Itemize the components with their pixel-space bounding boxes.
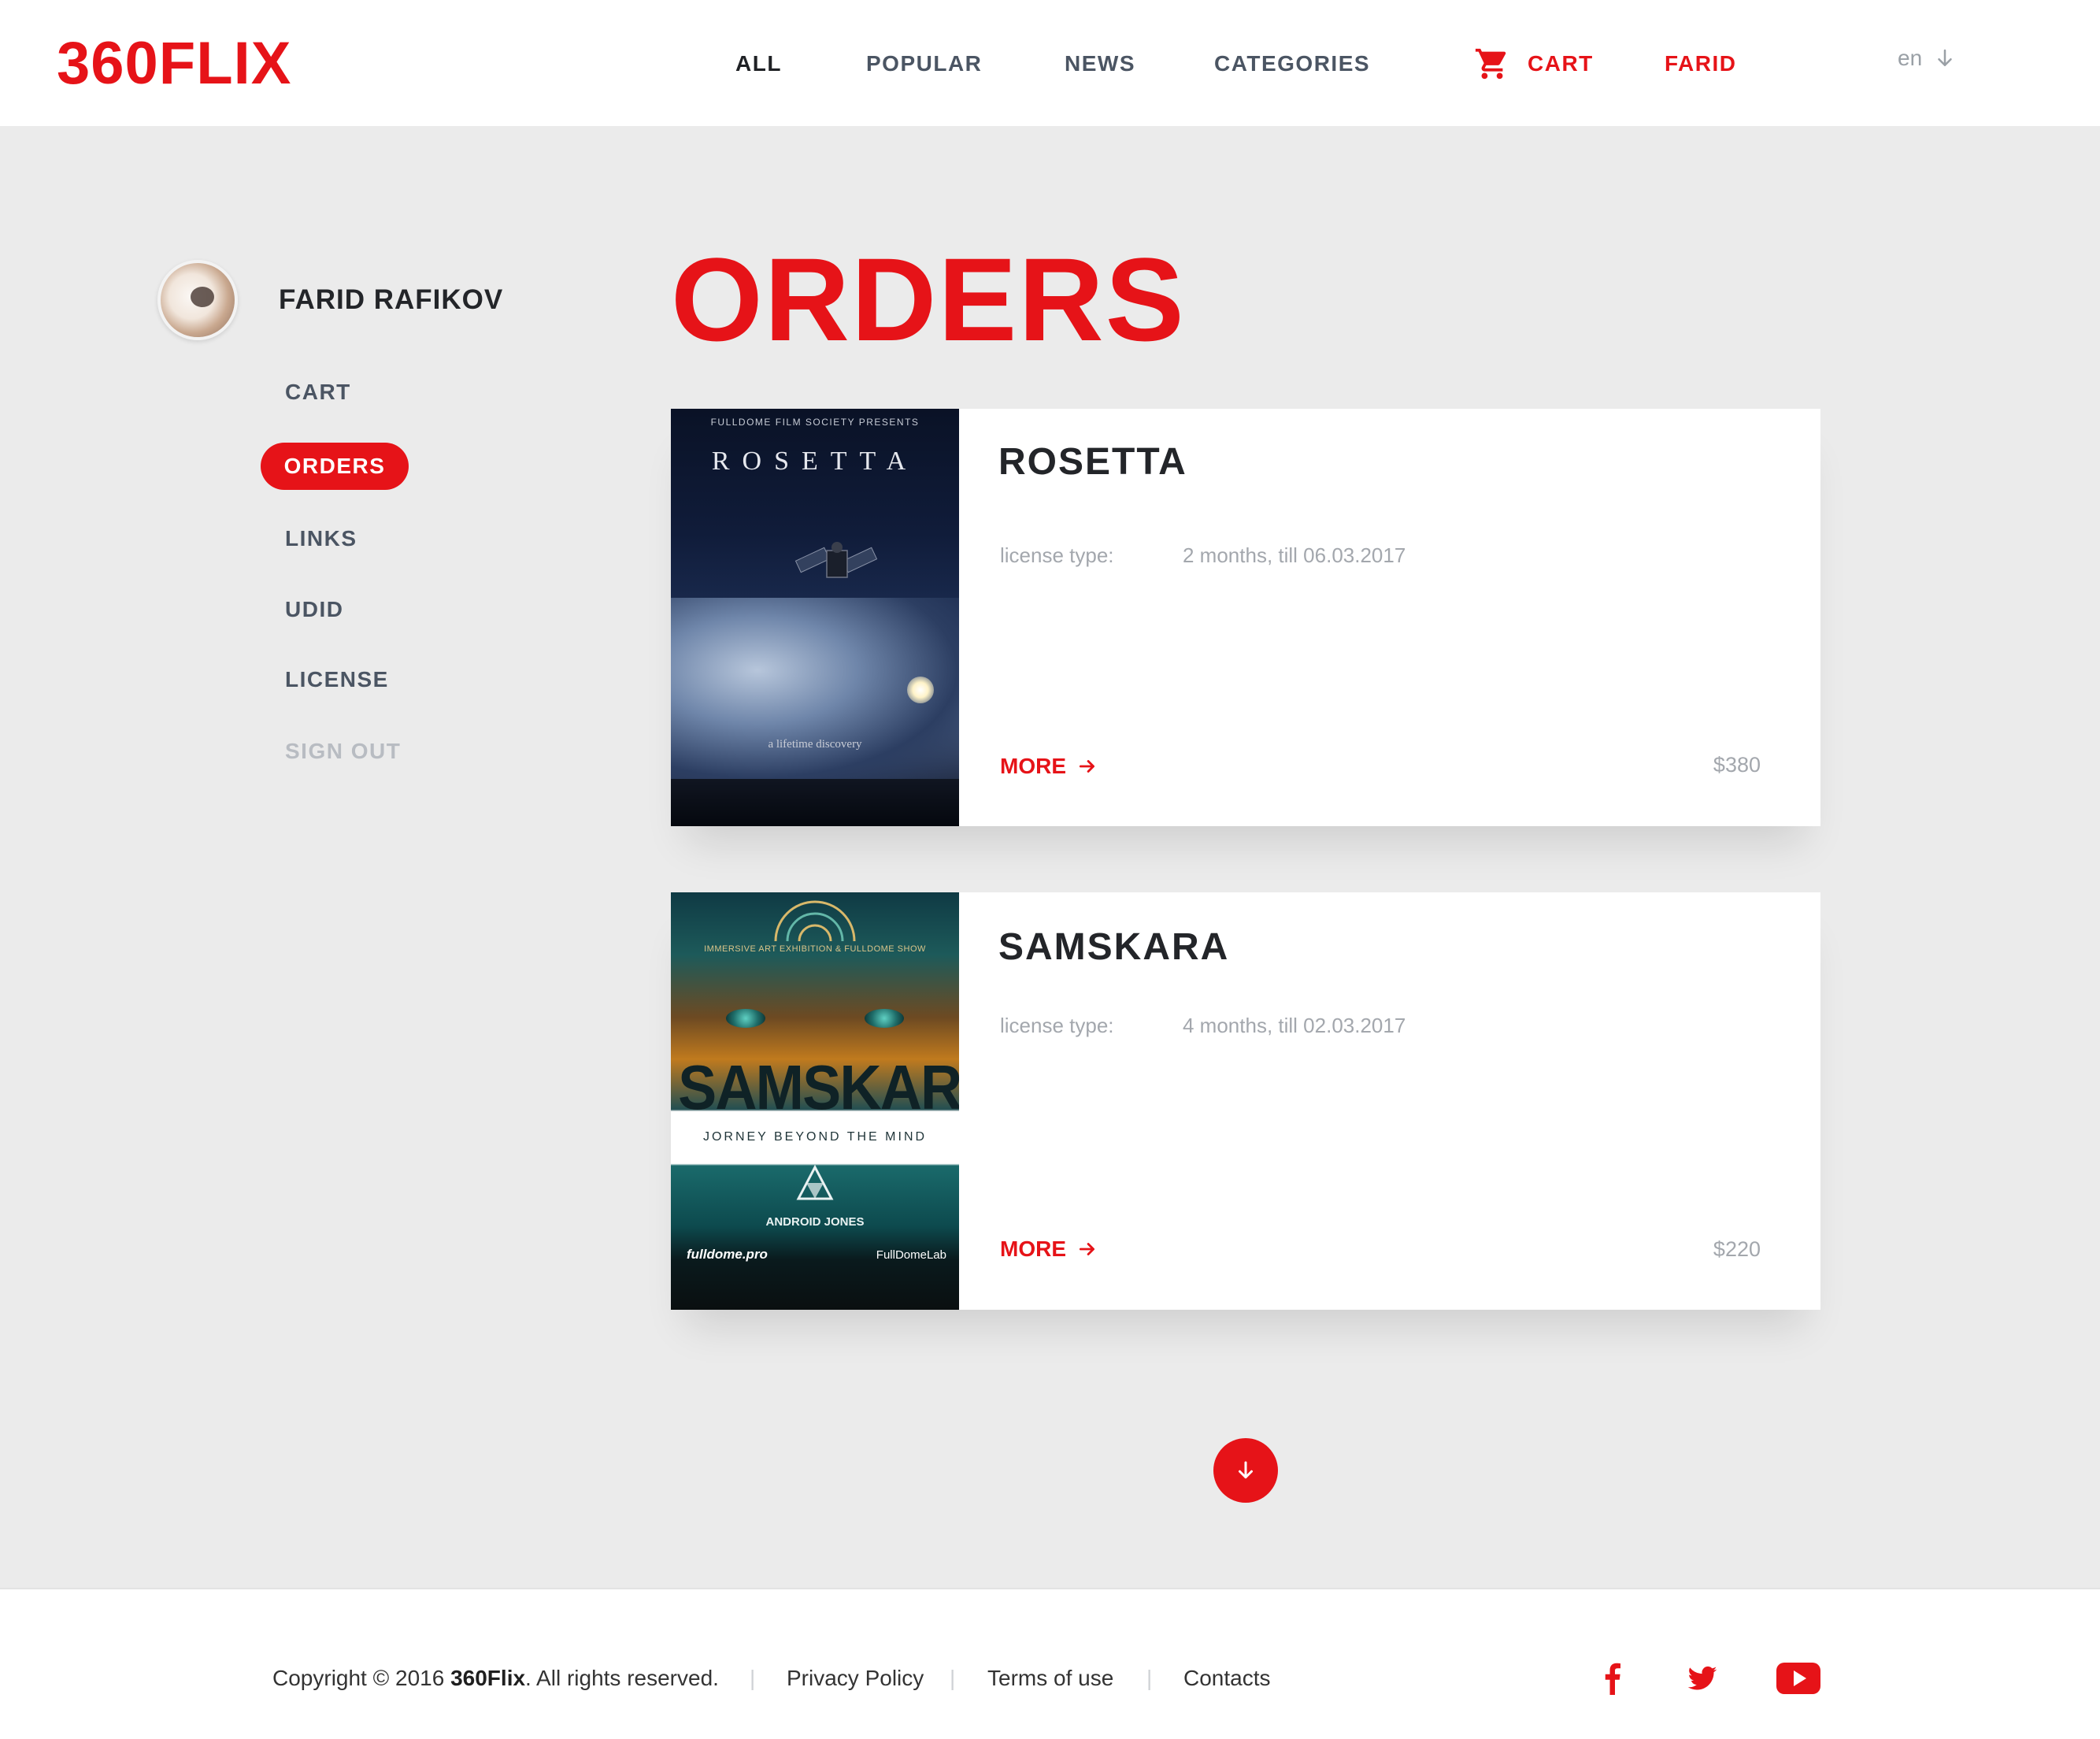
footer-link-privacy[interactable]: Privacy Policy: [787, 1665, 924, 1692]
youtube-icon: [1776, 1663, 1820, 1694]
sidebar-item-sign-out[interactable]: SIGN OUT: [285, 738, 401, 765]
nav-user-link[interactable]: FARID: [1665, 50, 1737, 77]
load-more-button[interactable]: [1213, 1438, 1278, 1503]
poster-title: SAMSKARA: [678, 1052, 959, 1122]
nav-all[interactable]: ALL: [735, 50, 782, 77]
poster-tagline: JORNEY BEYOND THE MIND: [702, 1130, 928, 1144]
triangle-emblem-icon: [796, 1164, 834, 1200]
copyright-brand: 360Flix: [450, 1666, 526, 1690]
license-label: license type:: [1000, 1014, 1114, 1037]
sidebar-item-links[interactable]: LINKS: [285, 525, 357, 552]
youtube-link[interactable]: [1776, 1662, 1820, 1695]
twitter-icon: [1687, 1666, 1717, 1690]
language-selector[interactable]: en: [1898, 46, 1957, 71]
poster-rosetta[interactable]: FULLDOME FILM SOCIETY PRESENTS ROSETTA a…: [671, 409, 959, 826]
copyright-suffix: . All rights reserved.: [525, 1666, 719, 1690]
more-label: MORE: [1000, 1237, 1066, 1261]
poster-sub-text: IMMERSIVE ART EXHIBITION & FULLDOME SHOW: [704, 944, 926, 954]
cart-icon: [1475, 48, 1506, 80]
license-value: 2 months, till 06.03.2017: [1183, 543, 1406, 567]
poster-logos: fulldome.pro FullDomeLab: [687, 1239, 946, 1270]
poster-artist: ANDROID JONES: [765, 1215, 865, 1229]
arrow-right-icon: [1079, 1243, 1094, 1255]
language-label: en: [1898, 46, 1923, 70]
page-title: ORDERS: [671, 233, 1186, 365]
poster-title: ROSETTA: [711, 447, 919, 476]
footer: Copyright © 2016 360Flix. All rights res…: [0, 1588, 2100, 1739]
arrow-right-icon: [1079, 760, 1094, 773]
mandala-icon: [774, 900, 856, 942]
facebook-link[interactable]: [1600, 1662, 1624, 1695]
license-label: license type:: [1000, 543, 1114, 567]
poster-samskara[interactable]: IMMERSIVE ART EXHIBITION & FULLDOME SHOW…: [671, 892, 959, 1310]
order-title: ROSETTA: [998, 441, 1187, 483]
header: 360FLIX ALL POPULAR NEWS CATEGORIES CART…: [0, 0, 2100, 126]
nav-popular[interactable]: POPULAR: [866, 50, 982, 77]
poster-logo-fulldome: fulldome.pro: [687, 1247, 768, 1262]
eye-right: [865, 1009, 904, 1028]
footer-link-terms[interactable]: Terms of use: [987, 1665, 1113, 1692]
footer-separator: |: [1146, 1666, 1153, 1690]
sidebar-item-license[interactable]: LICENSE: [285, 666, 389, 693]
order-title: SAMSKARA: [998, 926, 1230, 968]
poster-tagline: a lifetime discovery: [768, 738, 862, 751]
avatar[interactable]: [157, 260, 238, 340]
user-name: FARID RAFIKOV: [279, 284, 504, 315]
order-card: FULLDOME FILM SOCIETY PRESENTS ROSETTA a…: [671, 409, 1820, 826]
nav-cart-button[interactable]: CART: [1474, 46, 1594, 82]
logo[interactable]: 360FLIX: [57, 28, 291, 99]
copyright-prefix: Copyright © 2016: [272, 1666, 451, 1690]
footer-separator: |: [750, 1666, 756, 1690]
twitter-link[interactable]: [1687, 1662, 1718, 1695]
more-label: MORE: [1000, 754, 1066, 778]
license-value: 4 months, till 02.03.2017: [1183, 1014, 1406, 1037]
arrow-down-icon: [1938, 49, 1952, 66]
nav-cart-label: CART: [1528, 51, 1594, 76]
facebook-icon: [1605, 1663, 1620, 1695]
nav-categories[interactable]: CATEGORIES: [1214, 50, 1370, 77]
sidebar-item-cart[interactable]: CART: [285, 379, 351, 406]
order-price: $380: [1713, 753, 1761, 777]
sidebar-item-udid[interactable]: UDID: [285, 596, 343, 623]
arrow-down-icon: [1239, 1461, 1253, 1479]
order-price: $220: [1713, 1237, 1761, 1261]
copyright: Copyright © 2016 360Flix. All rights res…: [272, 1665, 719, 1692]
poster-logo-fulldomelab: FullDomeLab: [876, 1248, 946, 1262]
order-card: IMMERSIVE ART EXHIBITION & FULLDOME SHOW…: [671, 892, 1820, 1310]
poster-top-text: FULLDOME FILM SOCIETY PRESENTS: [710, 417, 920, 428]
nav-news[interactable]: NEWS: [1065, 50, 1135, 77]
more-button[interactable]: MORE: [1000, 753, 1098, 780]
more-button[interactable]: MORE: [1000, 1236, 1098, 1263]
footer-link-contacts[interactable]: Contacts: [1183, 1665, 1271, 1692]
star-glow: [907, 677, 934, 703]
eye-left: [726, 1009, 765, 1028]
sidebar-item-orders[interactable]: ORDERS: [261, 443, 409, 490]
footer-separator: |: [950, 1666, 956, 1690]
poster-logos: [671, 779, 959, 826]
